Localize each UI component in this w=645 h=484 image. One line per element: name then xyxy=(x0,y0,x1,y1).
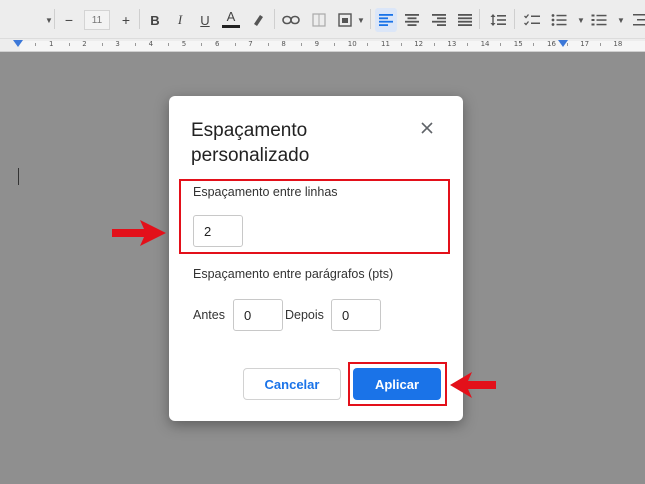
ruler-number: 7 xyxy=(248,40,253,48)
after-spacing-input[interactable] xyxy=(331,299,381,331)
paragraph-spacing-label: Espaçamento entre parágrafos (pts) xyxy=(193,267,394,281)
ruler-tick xyxy=(267,43,269,46)
ruler-tick xyxy=(168,43,170,46)
ruler-number: 4 xyxy=(148,40,154,48)
before-spacing-input[interactable] xyxy=(233,299,283,331)
line-spacing-highlight-box xyxy=(179,179,450,254)
ruler-number: 1 xyxy=(49,40,54,48)
apply-highlight-box xyxy=(348,362,447,406)
ruler-tick xyxy=(301,43,302,46)
numbered-list-icon[interactable] xyxy=(590,8,608,32)
toolbar: ▼ − 11 + B I U A ▼ ▼ ▼ xyxy=(0,0,645,38)
ruler-number: 2 xyxy=(82,40,87,48)
toolbar-divider xyxy=(54,9,55,29)
ruler-tick xyxy=(334,43,336,46)
ruler-number: 13 xyxy=(447,40,457,48)
bulleted-list-icon[interactable] xyxy=(550,8,568,32)
ruler-tick xyxy=(135,43,136,46)
close-icon[interactable] xyxy=(417,118,437,138)
right-arrow-icon xyxy=(112,220,166,246)
cancel-button[interactable]: Cancelar xyxy=(243,368,341,400)
toolbar-divider xyxy=(370,9,371,29)
ruler-tick xyxy=(367,43,369,46)
ruler-number: 14 xyxy=(480,40,490,48)
ruler-number: 16 xyxy=(547,40,556,48)
justify-icon[interactable] xyxy=(456,8,474,32)
ruler-number: 8 xyxy=(281,40,286,48)
ruler-tick xyxy=(68,43,70,46)
ruler-number: 12 xyxy=(414,40,424,48)
text-color-button[interactable]: A xyxy=(222,8,240,28)
ruler-tick xyxy=(400,43,402,46)
ruler-tick xyxy=(35,43,37,46)
insert-link-icon[interactable] xyxy=(282,8,300,32)
decrease-font-size-button[interactable]: − xyxy=(60,8,78,32)
align-right-icon[interactable] xyxy=(430,8,448,32)
font-size-input[interactable]: 11 xyxy=(84,10,110,30)
add-comment-icon[interactable] xyxy=(310,8,328,32)
ruler-tick xyxy=(234,43,236,46)
left-arrow-icon xyxy=(450,372,496,398)
ruler-number: 6 xyxy=(215,40,220,48)
ruler-number: 17 xyxy=(580,40,590,48)
toolbar-divider xyxy=(139,9,140,29)
italic-button[interactable]: I xyxy=(171,8,189,32)
ruler-tick xyxy=(101,43,103,46)
ruler-number: 9 xyxy=(314,40,320,48)
line-spacing-icon[interactable] xyxy=(489,8,507,32)
ruler-number: 10 xyxy=(347,40,357,48)
ruler[interactable]: 1 2 3 4 5 6 7 8 9 10 11 12 13 14 15 16 17 18 xyxy=(0,38,645,52)
decrease-indent-icon[interactable] xyxy=(630,8,645,32)
toolbar-divider xyxy=(274,9,275,29)
ruler-tick xyxy=(500,43,502,46)
underline-button[interactable]: U xyxy=(196,8,214,32)
text-cursor xyxy=(18,168,19,185)
image-dropdown-caret-icon[interactable]: ▼ xyxy=(352,8,370,32)
font-dropdown-caret-icon[interactable]: ▼ xyxy=(40,8,58,32)
dialog-title: Espaçamento personalizado xyxy=(191,120,310,166)
after-label: Depois xyxy=(285,308,324,322)
ruler-number: 15 xyxy=(513,40,523,48)
ruler-number: 3 xyxy=(115,40,120,48)
increase-font-size-button[interactable]: + xyxy=(117,8,135,32)
numbered-list-caret-icon[interactable]: ▼ xyxy=(612,8,630,32)
align-center-icon[interactable] xyxy=(403,8,421,32)
ruler-tick xyxy=(566,43,568,46)
toolbar-divider xyxy=(514,9,515,29)
highlight-color-icon[interactable] xyxy=(249,8,267,32)
align-left-icon[interactable] xyxy=(375,8,397,32)
ruler-tick xyxy=(433,43,435,46)
ruler-tick xyxy=(201,43,203,46)
toolbar-divider xyxy=(479,9,480,29)
left-indent-marker[interactable] xyxy=(13,40,23,47)
bold-button[interactable]: B xyxy=(146,8,164,32)
ruler-number: 5 xyxy=(181,40,187,48)
ruler-number: 18 xyxy=(613,40,623,48)
ruler-number: 11 xyxy=(381,40,390,48)
checklist-icon[interactable] xyxy=(523,8,541,32)
ruler-tick xyxy=(533,43,535,46)
ruler-tick xyxy=(467,43,468,46)
bulleted-list-caret-icon[interactable]: ▼ xyxy=(572,8,590,32)
before-label: Antes xyxy=(193,308,225,322)
ruler-tick xyxy=(599,43,601,46)
